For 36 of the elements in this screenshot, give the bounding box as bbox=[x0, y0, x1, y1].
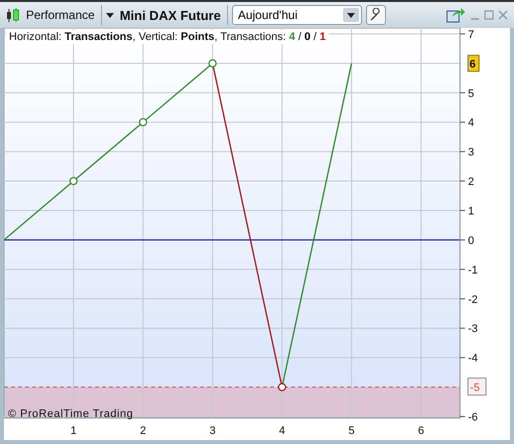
axis-label: 4 bbox=[278, 425, 286, 437]
axis-label: -1 bbox=[468, 264, 478, 276]
axis-label: 2 bbox=[468, 176, 474, 188]
data-point bbox=[278, 383, 286, 392]
axis-label: -4 bbox=[468, 352, 478, 365]
axis-label: 1 bbox=[468, 206, 474, 218]
axis-label: 7 bbox=[468, 28, 474, 41]
axis-label: 1 bbox=[70, 425, 77, 437]
axis-label: -3 bbox=[468, 323, 478, 336]
data-point bbox=[69, 176, 78, 186]
axis-label: 6 bbox=[418, 425, 424, 437]
axis-label: 3 bbox=[209, 425, 216, 437]
axis-label: 5 bbox=[468, 88, 474, 100]
copyright-text: © ProRealTime Trading bbox=[8, 408, 134, 420]
data-point bbox=[208, 59, 217, 68]
price-badge bbox=[468, 54, 480, 72]
axis-label: 2 bbox=[140, 425, 146, 437]
wrench-button[interactable] bbox=[366, 5, 386, 25]
axis-label: 4 bbox=[468, 117, 474, 130]
axis-label: 3 bbox=[468, 146, 474, 159]
axis-label: 5 bbox=[348, 425, 355, 437]
axis-label: 6 bbox=[470, 58, 476, 70]
caret-icon bbox=[346, 12, 355, 18]
export-icon[interactable] bbox=[446, 6, 466, 24]
period-select[interactable]: Aujourd'hui bbox=[232, 5, 362, 25]
instrument-button[interactable]: Mini DAX Future bbox=[118, 8, 223, 22]
threshold-badge bbox=[468, 378, 486, 396]
data-point bbox=[138, 118, 148, 126]
axis-label: 0 bbox=[468, 234, 474, 247]
performance-button[interactable]: Performance bbox=[24, 8, 97, 22]
axis-label: -5 bbox=[470, 382, 480, 394]
caret-icon[interactable] bbox=[106, 12, 114, 18]
chart-caption: Horizontal: Transactions, Vertical: Points, Transactions: 4 / 0 / 1 bbox=[6, 30, 329, 44]
axis-label: -2 bbox=[468, 294, 478, 306]
axis-label: -6 bbox=[468, 412, 478, 424]
candlestick-icon bbox=[6, 7, 20, 23]
